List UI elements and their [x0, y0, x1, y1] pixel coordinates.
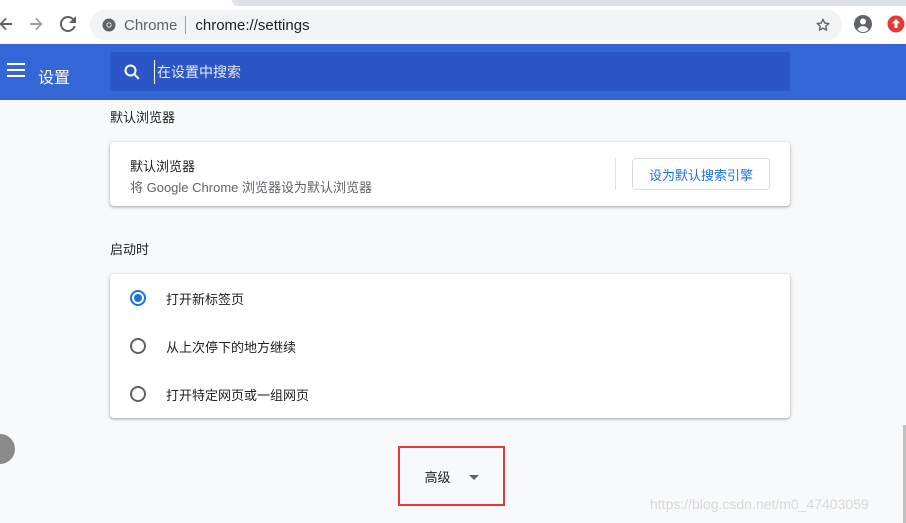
menu-icon[interactable]: [7, 63, 25, 79]
back-icon[interactable]: [0, 12, 18, 36]
startup-option-specific-pages[interactable]: 打开特定网页或一组网页: [130, 379, 309, 409]
startup-option-label: 从上次停下的地方继续: [166, 339, 297, 355]
radio-button[interactable]: [130, 386, 146, 402]
startup-option-label: 打开特定网页或一组网页: [166, 387, 310, 403]
startup-option-continue[interactable]: 从上次停下的地方继续: [130, 331, 296, 361]
settings-search[interactable]: [110, 52, 790, 91]
omnibox[interactable]: Chrome chrome://settings: [90, 10, 842, 40]
settings-header: 设置: [0, 44, 906, 100]
tab-strip: [232, 0, 906, 6]
default-browser-card: 默认浏览器 将 Google Chrome 浏览器设为默认浏览器 设为默认搜索引…: [110, 142, 790, 206]
startup-option-label: 打开新标签页: [166, 291, 245, 307]
search-input[interactable]: [154, 59, 754, 84]
reload-icon[interactable]: [56, 12, 80, 36]
radio-button[interactable]: [130, 338, 146, 354]
floating-bubble: [0, 434, 15, 464]
omnibox-host: Chrome: [124, 16, 178, 34]
default-browser-item-title: 默认浏览器: [130, 159, 196, 174]
make-default-button[interactable]: 设为默认搜索引擎: [632, 158, 770, 190]
default-browser-section-title: 默认浏览器: [110, 110, 176, 125]
default-browser-item-subtitle: 将 Google Chrome 浏览器设为默认浏览器: [130, 180, 372, 195]
omnibox-separator: [185, 16, 187, 34]
advanced-toggle[interactable]: 高级: [398, 446, 505, 506]
profile-icon[interactable]: [853, 14, 873, 34]
forward-icon[interactable]: [24, 12, 48, 36]
startup-option-new-tab[interactable]: 打开新标签页: [130, 283, 244, 313]
chrome-site-icon: [102, 18, 116, 32]
update-icon[interactable]: [887, 15, 905, 33]
bookmark-star-icon[interactable]: [812, 14, 834, 36]
watermark: https://blog.csdn.net/m0_47403059: [650, 496, 869, 512]
advanced-label: 高级: [424, 469, 451, 485]
page-title: 设置: [38, 70, 71, 87]
omnibox-url[interactable]: chrome://settings: [195, 17, 309, 34]
browser-toolbar: Chrome chrome://settings: [0, 0, 906, 44]
search-icon: [122, 62, 142, 82]
caret-down-icon: [468, 474, 479, 480]
on-startup-card: 打开新标签页 从上次停下的地方继续 打开特定网页或一组网页: [110, 274, 790, 418]
radio-button-checked[interactable]: [130, 290, 146, 306]
on-startup-section-title: 启动时: [110, 242, 150, 257]
divider: [615, 158, 616, 190]
